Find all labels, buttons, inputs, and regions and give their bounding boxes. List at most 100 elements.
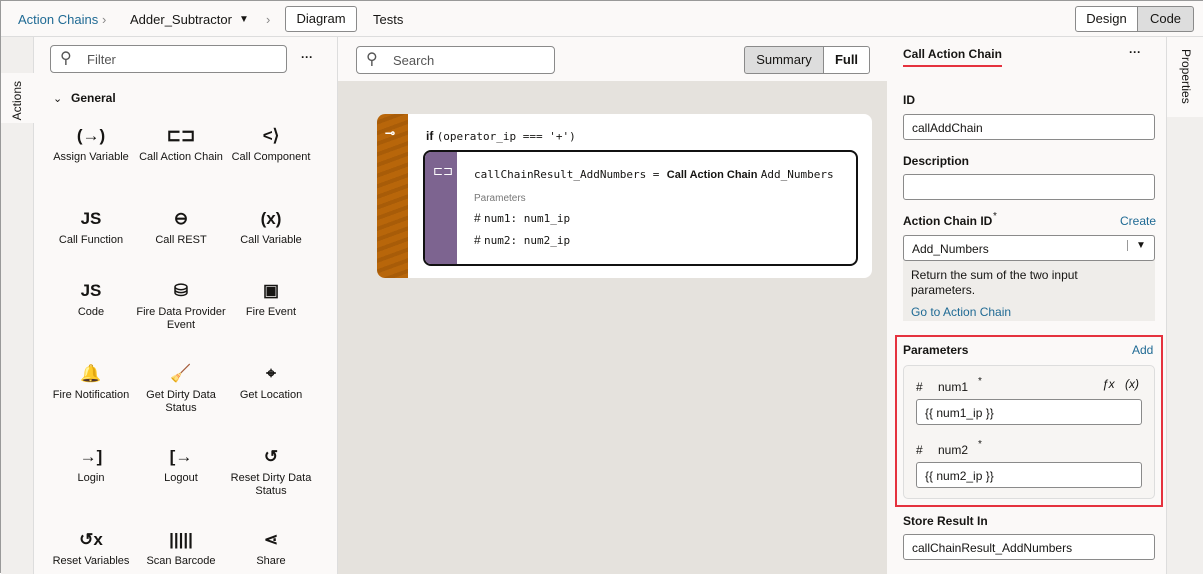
param-name: num1	[938, 380, 969, 394]
action-item[interactable]: (→) Assign Variable	[46, 124, 136, 164]
store-result-field[interactable]: callChainResult_AddNumbers	[903, 534, 1155, 560]
action-icon: 🔔	[80, 364, 102, 383]
left-tab-strip: Actions	[1, 37, 34, 574]
action-icon: [→	[169, 447, 193, 466]
tab-actions[interactable]: Actions	[1, 73, 34, 123]
action-icon: →]	[79, 447, 103, 466]
action-item[interactable]: ⊖ Call REST	[136, 207, 226, 247]
action-item[interactable]: ↺ Reset Dirty Data Status	[226, 445, 316, 498]
chain-name: Add_Numbers	[760, 168, 834, 181]
action-label: Get Location	[239, 389, 303, 401]
description-label: Description	[903, 154, 970, 168]
full-button[interactable]: Full	[823, 46, 870, 74]
breadcrumb-action-chains[interactable]: Action Chains	[18, 12, 98, 27]
action-icon: ⛁	[173, 281, 189, 300]
action-item[interactable]: (x) Call Variable	[226, 207, 316, 247]
parameters-section: Parameters Add # num1 * ƒx (x) {{ num1_i…	[895, 335, 1163, 507]
action-item[interactable]: ||||| Scan Barcode	[136, 528, 226, 568]
group-general[interactable]: General	[71, 91, 116, 105]
chevron-right-icon: ›	[266, 12, 271, 27]
action-item[interactable]: 🔔 Fire Notification	[46, 362, 136, 402]
description-field[interactable]	[903, 174, 1155, 200]
design-button[interactable]: Design	[1075, 6, 1138, 32]
caret-down-icon[interactable]: ▼	[1127, 240, 1146, 251]
fx-icon[interactable]: ƒx	[1102, 377, 1115, 391]
tab-properties[interactable]: Properties	[1167, 37, 1203, 117]
tab-tests[interactable]: Tests	[373, 12, 403, 27]
action-icon: ⌖	[266, 364, 276, 383]
action-item[interactable]: →] Login	[46, 445, 136, 485]
action-icon: JS	[80, 281, 102, 300]
tab-diagram[interactable]: Diagram	[285, 6, 357, 32]
search-icon: ⚲	[60, 50, 72, 67]
summary-button[interactable]: Summary	[744, 46, 824, 74]
add-link[interactable]: Add	[1132, 343, 1153, 357]
action-icon: 🧹	[170, 364, 192, 383]
variable-icon[interactable]: (x)	[1125, 377, 1139, 391]
action-label: Scan Barcode	[146, 555, 216, 567]
chain-description: Return the sum of the two input paramete…	[911, 268, 1078, 297]
action-item[interactable]: [→ Logout	[136, 445, 226, 485]
action-label: Reset Dirty Data Status	[230, 472, 312, 497]
action-item[interactable]: 🧹 Get Dirty Data Status	[136, 362, 226, 415]
hash-icon: #	[916, 380, 923, 394]
assign-target: callChainResult_AddNumbers =	[474, 168, 660, 181]
parameters-label: Parameters	[474, 193, 526, 204]
more-icon[interactable]: ···	[1129, 45, 1141, 59]
chevron-down-icon[interactable]: ⌄	[53, 92, 62, 105]
action-label: Get Dirty Data Status	[146, 389, 216, 414]
action-item[interactable]: ⌖ Get Location	[226, 362, 316, 402]
action-item[interactable]: ⛁ Fire Data Provider Event	[136, 279, 226, 332]
action-item[interactable]: JS Call Function	[46, 207, 136, 247]
more-icon[interactable]: ···	[301, 50, 313, 64]
branch-icon: ⊸	[385, 126, 396, 140]
action-label: Call Component	[231, 151, 311, 163]
action-icon: ⋖	[263, 530, 279, 549]
caret-down-icon[interactable]: ▼	[239, 14, 249, 25]
required-marker: *	[978, 439, 982, 450]
hash-icon: #	[474, 211, 481, 225]
action-chain-icon: ⊏⊐	[433, 164, 454, 178]
right-tab-strip: Properties	[1166, 37, 1203, 574]
action-label: Assign Variable	[53, 151, 129, 163]
required-marker: *	[993, 211, 997, 222]
param-name: num2	[938, 443, 969, 457]
action-item[interactable]: ⊏⊐ Call Action Chain	[136, 124, 226, 164]
action-icon: ⊏⊐	[166, 126, 196, 145]
action-icon: ↺	[263, 447, 279, 466]
search-input[interactable]: Search	[356, 46, 555, 74]
id-label: ID	[903, 93, 915, 107]
action-label: Logout	[164, 472, 198, 484]
action-item[interactable]: ⋖ Share	[226, 528, 316, 568]
action-item[interactable]: ▣ Fire Event	[226, 279, 316, 319]
if-keyword: if	[426, 129, 434, 143]
canvas-toolbar: Search ⚲ Summary Full	[338, 37, 887, 81]
call-action-chain-node[interactable]: ⊏⊐ callChainResult_AddNumbers = Call Act…	[423, 150, 858, 266]
required-marker: *	[978, 376, 982, 387]
chevron-right-icon: ›	[102, 12, 107, 27]
action-item[interactable]: <⟩ Call Component	[226, 124, 316, 164]
breadcrumb-chain[interactable]: Adder_Subtractor	[130, 12, 232, 27]
action-item[interactable]: ↺x Reset Variables	[46, 528, 136, 568]
chain-id-select[interactable]: Add_Numbers	[903, 235, 1155, 261]
action-icon: (→)	[76, 126, 106, 145]
diagram-canvas: Search ⚲ Summary Full ⊸ if (operator_ip …	[338, 37, 887, 574]
parameters-label: Parameters	[903, 343, 969, 357]
action-label: Fire Event	[245, 306, 297, 318]
create-link[interactable]: Create	[1120, 214, 1156, 228]
action-item[interactable]: JS Code	[46, 279, 136, 319]
action-label: Fire Notification	[52, 389, 130, 401]
action-label: Call Action Chain	[139, 151, 223, 163]
if-block[interactable]: ⊸ if (operator_ip === '+') ⊏⊐ callChainR…	[377, 114, 872, 278]
action-label: Reset Variables	[52, 555, 130, 567]
param-value-field[interactable]: {{ num2_ip }}	[916, 462, 1142, 488]
hash-icon: #	[916, 443, 923, 457]
code-button[interactable]: Code	[1137, 6, 1194, 32]
panel-title: Call Action Chain	[903, 47, 1002, 67]
action-label: Call Function	[58, 234, 124, 246]
action-icon: ⊖	[173, 209, 189, 228]
id-field[interactable]: callAddChain	[903, 114, 1155, 140]
go-to-chain-link[interactable]: Go to Action Chain	[911, 305, 1011, 319]
filter-input[interactable]: Filter	[50, 45, 287, 73]
param-value-field[interactable]: {{ num1_ip }}	[916, 399, 1142, 425]
